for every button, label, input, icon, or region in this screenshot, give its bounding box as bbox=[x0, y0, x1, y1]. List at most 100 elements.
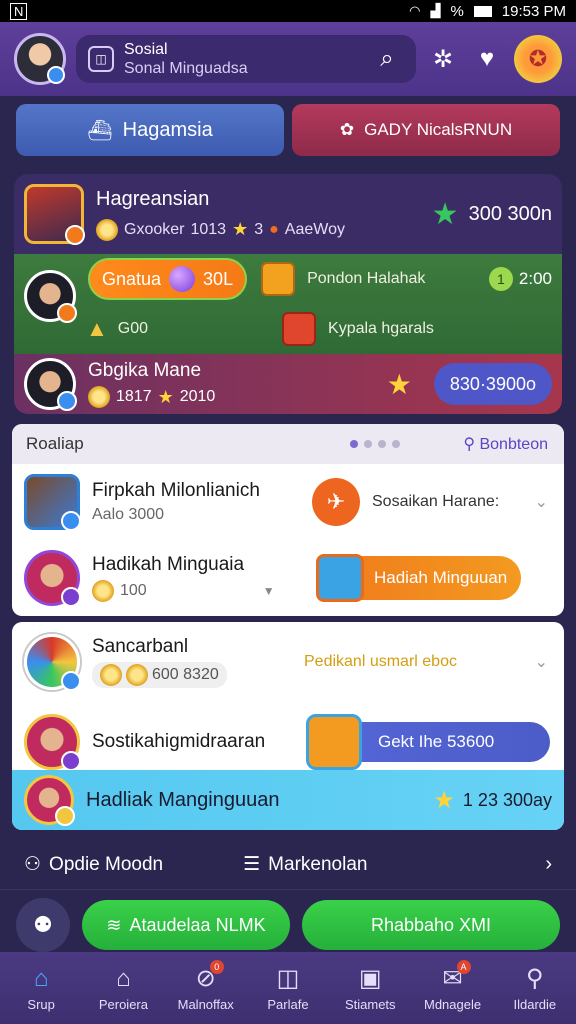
chevron-down-icon[interactable]: ⌄ bbox=[535, 492, 548, 512]
battery-icon bbox=[473, 5, 492, 17]
event-block: Gnatua 30L Pondon Halahak 1 2:00 ▲ G00 K… bbox=[14, 254, 562, 354]
search-subtitle: Sonal Minguadsa bbox=[124, 60, 248, 77]
avatar-badge-icon bbox=[61, 671, 81, 691]
status-bar: N ◠ ▟ % 19:53 PM bbox=[0, 0, 576, 22]
bottom-nav: ⌂ Srup ⌂ Peroiera ⊘ 0 Malnoffax ◫ Parlaf… bbox=[0, 952, 576, 1024]
player-stars: 3 bbox=[254, 220, 264, 238]
coin-icon bbox=[96, 218, 118, 241]
player-avatar-2 bbox=[24, 358, 77, 411]
rewards-link[interactable]: ⚲ Bonbteon bbox=[463, 434, 548, 454]
item-name: Sostikahigmidraaran bbox=[92, 731, 266, 752]
list-item[interactable]: Firpkah Milonlianich Aalo 3000 ✈ Sosaika… bbox=[12, 464, 564, 540]
tab-primary[interactable]: ⛴ Hagamsia bbox=[16, 104, 284, 156]
claim-reward-button[interactable]: Hadiah Minguuan bbox=[316, 554, 522, 602]
top-header: ◫ Sosial Sonal Minguadsa ⌕ ✲ ♥ ✪ bbox=[0, 22, 576, 96]
signal-icon: ▟ bbox=[430, 3, 441, 18]
stack-icon: ≋ bbox=[106, 914, 122, 935]
trophy-icon[interactable]: ✪ bbox=[514, 35, 562, 83]
events-panel: Sancarbanl 600 8320 Pedikanl usmarl eboc… bbox=[12, 622, 564, 830]
event-pill[interactable]: Gnatua 30L bbox=[88, 258, 248, 300]
bird-icon: ✈ bbox=[312, 478, 360, 526]
item-right-text: Sosaikan Harane: bbox=[372, 493, 500, 510]
nav-item-mdnagele[interactable]: ✉ A Mdnagele bbox=[421, 960, 485, 1012]
settings-icon[interactable]: ✲ bbox=[426, 42, 460, 76]
notification-badge: 0 bbox=[209, 960, 224, 974]
profile-avatar[interactable] bbox=[14, 33, 66, 85]
nav-item-ildardie[interactable]: ⚲ Ildardie bbox=[503, 964, 567, 1012]
nav-item-stiamets[interactable]: ▣ Stiamets bbox=[338, 964, 402, 1012]
event-pill-value: 30L bbox=[203, 268, 234, 289]
search-title: Sosial bbox=[124, 41, 168, 58]
nav-label: Mdnagele bbox=[423, 997, 482, 1012]
options-right[interactable]: Markenolan bbox=[268, 854, 367, 876]
avatar-badge-icon bbox=[61, 511, 81, 531]
nav-item-srup[interactable]: ⌂ Srup bbox=[9, 965, 73, 1012]
event-avatar bbox=[24, 270, 77, 323]
gift-box-icon bbox=[306, 714, 362, 770]
coin-icon bbox=[100, 664, 122, 686]
avatar-badge-icon bbox=[61, 587, 81, 607]
chevron-down-icon[interactable]: ⌄ bbox=[535, 652, 548, 672]
nav-label: Srup bbox=[27, 996, 55, 1012]
chevron-right-icon[interactable]: › bbox=[545, 853, 552, 876]
nav-item-malnoffax[interactable]: ⊘ 0 Malnoffax bbox=[174, 960, 238, 1012]
search-bar[interactable]: ◫ Sosial Sonal Minguadsa ⌕ bbox=[76, 35, 416, 83]
gold-pile-icon: ▲ bbox=[86, 316, 108, 341]
nav-item-peroiera[interactable]: ⌂ Peroiera bbox=[91, 965, 155, 1012]
user-plus-icon[interactable]: ⚉ bbox=[16, 898, 70, 952]
gift-pill-button[interactable]: Gekt Ihe 53600 bbox=[306, 714, 550, 770]
leaderboard-row-top[interactable]: Hagreansian Gxooker 1013 ★ 3 ● AaeWoy ★ … bbox=[14, 174, 562, 254]
verified-badge-icon bbox=[47, 66, 65, 84]
search-icon[interactable]: ⌕ bbox=[370, 42, 404, 76]
player-tag: Gxooker bbox=[124, 220, 185, 238]
avatar-badge-icon bbox=[55, 806, 75, 826]
nav-item-parlafe[interactable]: ◫ Parlafe bbox=[256, 964, 320, 1012]
page-dots[interactable] bbox=[350, 440, 400, 448]
list-item[interactable]: Hadikah Minguaia 100 ▼ Hadiah Minguuan bbox=[12, 540, 564, 616]
item-avatar bbox=[24, 775, 75, 826]
coin-icon bbox=[88, 386, 110, 408]
caret-icon: ▼ bbox=[262, 584, 275, 598]
item-avatar bbox=[24, 474, 81, 531]
nav-label: Parlafe bbox=[267, 997, 309, 1012]
house-icon: ⌂ bbox=[116, 964, 131, 992]
nav-label: Stiamets bbox=[344, 997, 396, 1012]
event-timer: 1 2:00 bbox=[488, 267, 552, 291]
nav-label: Peroiera bbox=[98, 996, 148, 1012]
secondary-action-label: Rhabbaho XMI bbox=[370, 914, 492, 935]
coin-icon bbox=[92, 580, 114, 602]
star-icon: ★ bbox=[386, 368, 412, 400]
nav-label: Malnoffax bbox=[177, 997, 234, 1012]
coin-stack: 600 8320 bbox=[92, 662, 227, 688]
event-item-1: Pondon Halahak bbox=[307, 270, 426, 287]
player-avatar bbox=[24, 184, 85, 245]
rewards-title: Roaliap bbox=[26, 434, 84, 453]
tab-secondary[interactable]: ✿ GADY NicalsRNUN bbox=[292, 104, 560, 156]
puzzle-icon: ✿ bbox=[339, 120, 355, 139]
wifi-icon: ◠ bbox=[409, 3, 421, 18]
timer-value: 2:00 bbox=[518, 269, 552, 288]
player-note: AaeWoy bbox=[284, 220, 345, 238]
highlight-value: 1 23 300ay bbox=[462, 789, 552, 810]
primary-action-button[interactable]: ≋ Ataudelaa NLMK bbox=[82, 900, 290, 950]
list-item[interactable]: Sancarbanl 600 8320 Pedikanl usmarl eboc… bbox=[12, 622, 564, 702]
event-coins: G00 bbox=[117, 320, 149, 337]
highlight-name: Hadliak Manginguuan bbox=[86, 788, 280, 811]
chest-icon bbox=[282, 312, 317, 346]
item-sub: 100 bbox=[120, 582, 147, 599]
secondary-action-button[interactable]: Rhabbaho XMI bbox=[302, 900, 560, 950]
menu-icon: ☰ bbox=[243, 854, 261, 875]
coin-icon bbox=[126, 664, 148, 686]
score-pill[interactable]: 830·3900o bbox=[433, 363, 552, 405]
options-left[interactable]: Opdie Moodn bbox=[49, 854, 163, 876]
item-avatar bbox=[24, 550, 81, 607]
green-star-icon: ★ bbox=[431, 197, 459, 231]
player-stat: 1013 bbox=[190, 220, 227, 238]
leaderboard-row-highlight[interactable]: Gbgika Mane 1817 ★ 2010 ★ 830·3900o bbox=[14, 354, 562, 414]
item-avatar bbox=[24, 714, 81, 771]
clock: 19:53 PM bbox=[501, 2, 566, 20]
avatar-badge-icon bbox=[61, 751, 81, 771]
people-icon: ⚇ bbox=[24, 854, 42, 875]
highlight-row[interactable]: Hadliak Manginguuan ★ 1 23 300ay bbox=[12, 770, 564, 830]
heart-icon[interactable]: ♥ bbox=[470, 42, 504, 76]
